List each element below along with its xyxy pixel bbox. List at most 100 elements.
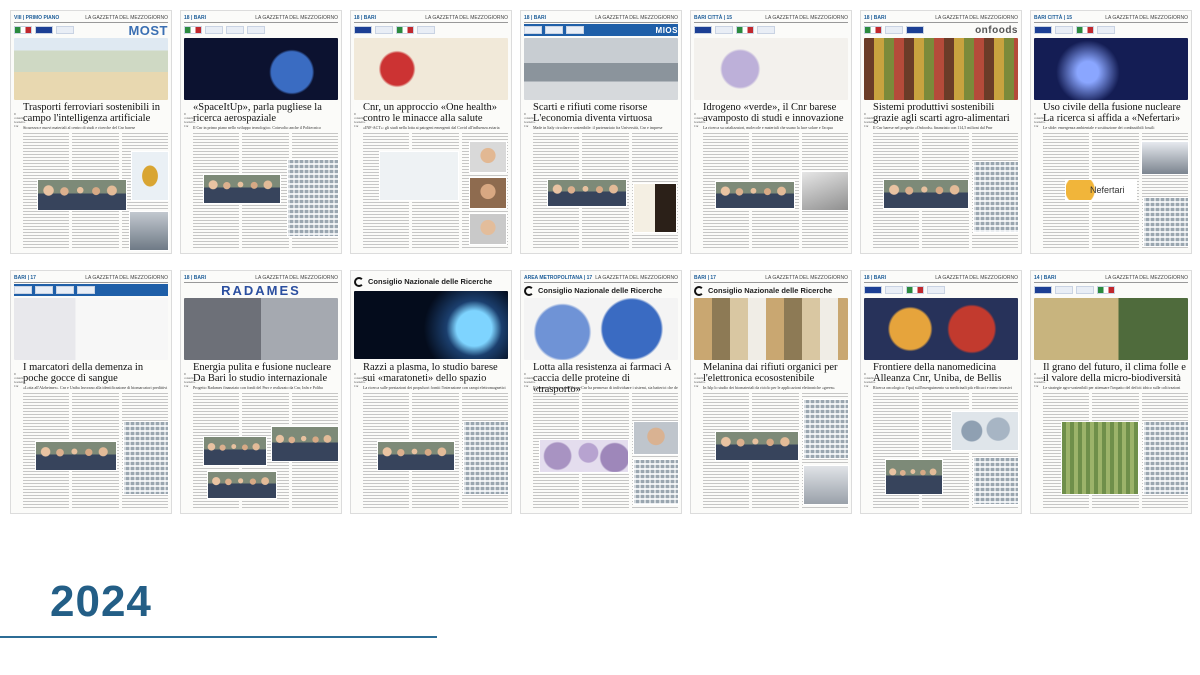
team-photo [203,174,281,204]
article-subline: Il Cnr barese nel progetto «Onfoods» fin… [873,125,993,130]
food-grid-image [864,38,1018,100]
cells-image [951,411,1019,451]
article-headline: I marcatori della demenza in poche gocce… [23,362,144,384]
article-headline: Idrogeno «verde», il Cnr barese avampost… [703,102,844,124]
sponsor-logo [56,26,74,34]
sponsor-logo [927,286,945,294]
sponsor-logo [354,26,372,34]
article-subline: La ricerca su catalizzatori, molecole e … [703,125,833,130]
cnr-header: Consiglio Nazionale delle Ricerche [354,275,508,288]
text-label: 14 | BARI [1034,275,1056,281]
most-logo: MOST [128,24,168,36]
text-label: LA GAZZETTA DEL MEZZOGIORNO [1105,275,1188,281]
wheat-field-image [1034,298,1188,360]
cnr-building-photo [973,161,1019,233]
lab-photos [184,298,338,360]
sponsor-logo [864,26,882,34]
page-masthead: 18 | BARI LA GAZZETTA DEL MEZZOGIORNO [524,14,678,23]
cnr-logo-icon [524,285,534,296]
cnr-logo-icon [354,276,364,287]
sponsor-logo [35,286,53,294]
article-headline: Il grano del futuro, il clima folle e il… [1043,362,1186,384]
text-label: LA GAZZETTA DEL MEZZOGIORNO [765,15,848,21]
sponsor-logo [1055,26,1073,34]
infographic-image [14,38,168,100]
sponsor-logos [184,24,338,36]
sponsor-logos [1034,24,1188,36]
greenhouse-photo [1061,421,1139,495]
article-headline: Cnr, un approccio «One health» contro le… [363,102,497,124]
newspaper-page-demenza: BARI | 17 LA GAZZETTA DEL MEZZOGIORNO Il … [10,270,172,514]
portrait-photo [469,141,507,173]
mios-logo: MIOS [655,25,678,35]
nanoparticles-image [864,298,1018,360]
page-masthead: 18 | BARI LA GAZZETTA DEL MEZZOGIORNO [864,14,1018,23]
italy-map-image [131,151,169,201]
microscope-photo [801,171,849,211]
cnr-building-photo [287,159,339,237]
sponsor-logo [906,26,924,34]
text-label: 18 | BARI [184,275,206,281]
cnr-header: Consiglio Nazionale delle Ricerche [524,284,678,297]
article-subline: Ricerca oncologica: l'ipa) sull'insergui… [873,385,1013,390]
newspaper-page-melanina: BARI | 17 LA GAZZETTA DEL MEZZOGIORNO Con… [690,270,852,514]
text-label: Consiglio Nazionale delle Ricerche [368,277,493,286]
sponsor-logo [396,26,414,34]
sponsor-logo [545,26,563,34]
page-masthead: BARI CITTÀ | 15 LA GAZZETTA DEL MEZZOGIOR… [1034,14,1188,23]
lab-photo [129,211,169,251]
radames-logo-bar: RADAMES [184,283,338,298]
article-subline: Sicurezza e nuovi materiali al centro di… [23,125,136,130]
text-label: LA GAZZETTA DEL MEZZOGIORNO [85,15,168,21]
sponsor-logo [35,26,53,34]
samples-photo [633,183,677,233]
sponsor-logos: MOST [14,24,168,36]
newspaper-page-radames: 18 | BARI LA GAZZETTA DEL MEZZOGIORNO RAD… [180,270,342,514]
text-label: LA GAZZETTA DEL MEZZOGIORNO [935,275,1018,281]
team-photo [883,179,969,209]
satellite-image [184,38,338,100]
text-label: LA GAZZETTA DEL MEZZOGIORNO [595,15,678,21]
newspaper-page-grano: 14 | BARI LA GAZZETTA DEL MEZZOGIORNO Il … [1030,270,1192,514]
text-label: LA GAZZETTA DEL MEZZOGIORNO [255,275,338,281]
sponsor-logo [1055,286,1073,294]
sponsor-logo [906,286,924,294]
sponsor-logos [354,24,508,36]
article-subline: Le sfide: emergenza ambientale e sostitu… [1043,125,1155,130]
sponsor-logo [566,26,584,34]
group-photo [1141,141,1189,175]
text-label: Consiglio Nazionale delle Ricerche [708,286,833,295]
sponsor-logo [757,26,775,34]
sponsor-logos [14,284,168,296]
sponsor-logo [56,286,74,294]
article-headline: Razzi a plasma, lo studio barese sui «ma… [363,362,498,384]
team-photo [715,431,799,461]
article-subline: Il Cnr in primo piano nello sviluppo tec… [193,125,321,130]
article-subline: Il lavoro di ricerca dell'Ibiom-Cnr ha p… [533,385,678,390]
text-label: LA GAZZETTA DEL MEZZOGIORNO [85,275,168,281]
team-photo [377,441,455,471]
text-label: VIII | PRIMO PIANO [14,15,60,21]
article-headline: Uso civile della fusione nucleare La ric… [1043,102,1181,124]
sponsor-logo [694,26,712,34]
newspaper-pages-grid: VIII | PRIMO PIANO LA GAZZETTA DEL MEZZOG… [10,10,1192,515]
cnr-building-photo [463,421,509,495]
team-photo [35,441,117,471]
article-headline: Trasporti ferroviari sostenibili in camp… [23,102,160,124]
article-subline: Made in Italy circolare e sostenibile: i… [533,125,663,130]
page-masthead: 14 | BARI LA GAZZETTA DEL MEZZOGIORNO [1034,274,1188,283]
sponsor-logo [885,26,903,34]
page-masthead: 18 | BARI LA GAZZETTA DEL MEZZOGIORNO [184,14,338,23]
divider-line [0,636,437,638]
protein-structure-image [524,298,678,360]
newspaper-page-nefertari: BARI CITTÀ | 15 LA GAZZETTA DEL MEZZOGIOR… [1030,10,1192,254]
article-headline: «SpaceItUp», parla pugliese la ricerca a… [193,102,322,124]
text-label: BARI CITTÀ | 15 [694,15,733,21]
text-label: LA GAZZETTA DEL MEZZOGIORNO [1105,15,1188,21]
newspaper-page-mios: 18 | BARI LA GAZZETTA DEL MEZZOGIORNO MIO… [520,10,682,254]
team-photo [207,471,277,499]
text-label: 18 | BARI [864,275,886,281]
sponsor-logo [864,286,882,294]
page-masthead: AREA METROPOLITANA | 17 LA GAZZETTA DEL M… [524,274,678,283]
year-label: 2024 [50,577,152,626]
